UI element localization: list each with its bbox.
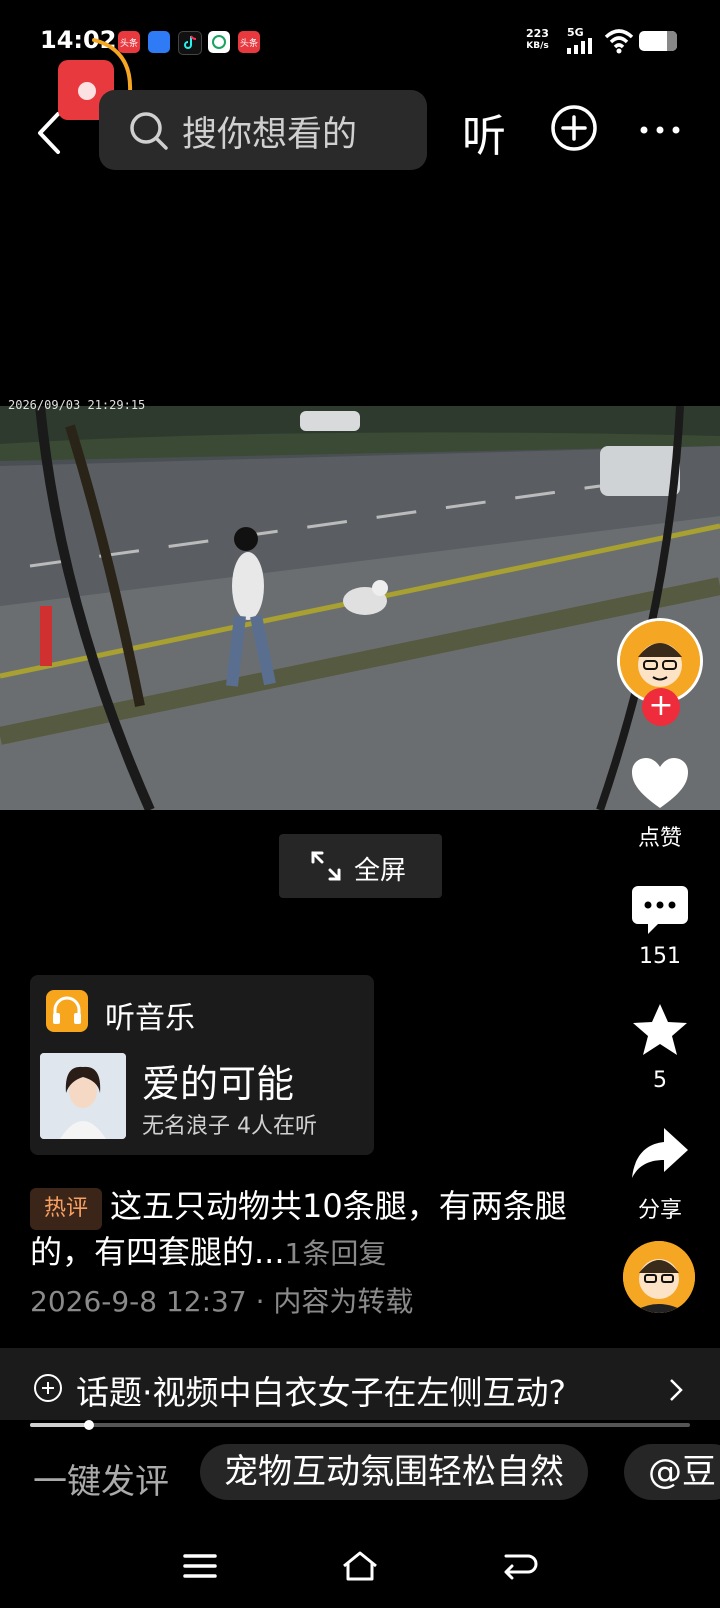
signal-icon [567,38,592,54]
headphones-icon [46,990,88,1032]
hot-comment[interactable]: 这五只动物共10条腿，有两条腿的，有四套腿的...1条回复 [30,1183,590,1277]
share-label: 分享 [637,1198,682,1223]
video-frame [0,406,720,810]
chevron-right-icon [670,1379,683,1401]
post-date-line: 2026-9-8 12:37 · 内容为转载 [30,1285,414,1318]
net-speed: 223 KB/s [526,27,549,52]
app-notification-icon [148,31,170,53]
quick-comment-chip-mention[interactable]: @豆 [624,1444,720,1500]
fullscreen-label: 全屏 [354,856,407,886]
search-placeholder[interactable]: 搜你想看的 [182,106,357,157]
comment-icon[interactable] [630,882,690,938]
song-cover-image [40,1053,126,1139]
douyin-notification-icon [178,31,202,55]
quick-comment-label: 一键发评 [33,1462,169,1502]
listen-button[interactable]: 听 [462,100,506,164]
reply-count[interactable]: 1条回复 [285,1237,387,1270]
favorite-count: 5 [653,1068,667,1093]
topic-add-icon [34,1374,62,1402]
video-progress-track[interactable] [30,1423,690,1427]
battery-icon [639,31,677,51]
menu-icon[interactable] [180,1548,220,1584]
add-circle-icon[interactable] [550,104,598,152]
share-icon[interactable] [630,1126,690,1182]
video-timestamp: 2026/09/03 21:29:15 [8,398,146,412]
wifi-icon [604,29,634,54]
toutiao-notification-icon-2: 头条 [238,31,260,53]
video-progress-handle[interactable] [84,1420,94,1430]
heart-icon[interactable] [630,756,690,812]
author-avatar[interactable] [623,1241,695,1313]
video-progress-fill [30,1423,89,1427]
star-icon[interactable] [630,1002,690,1058]
like-label: 点赞 [637,826,682,851]
comment-count: 151 [639,944,681,969]
home-icon[interactable] [340,1548,380,1584]
song-listeners: 无名浪子 4人在听 [142,1114,317,1139]
more-icon[interactable] [638,116,682,144]
quick-comment-chip[interactable]: 宠物互动氛围轻松自然 [200,1444,588,1500]
music-title: 听音乐 [105,1001,195,1036]
back-nav-icon[interactable] [500,1548,540,1584]
song-name: 爱的可能 [142,1062,295,1106]
follow-button[interactable]: + [642,688,680,726]
topic-text: 话题·视频中白衣女子在左侧互动? [76,1373,567,1412]
expand-icon [311,851,341,881]
search-icon [130,112,168,150]
wallet-notification-icon [208,31,230,53]
video-player[interactable] [0,406,720,810]
